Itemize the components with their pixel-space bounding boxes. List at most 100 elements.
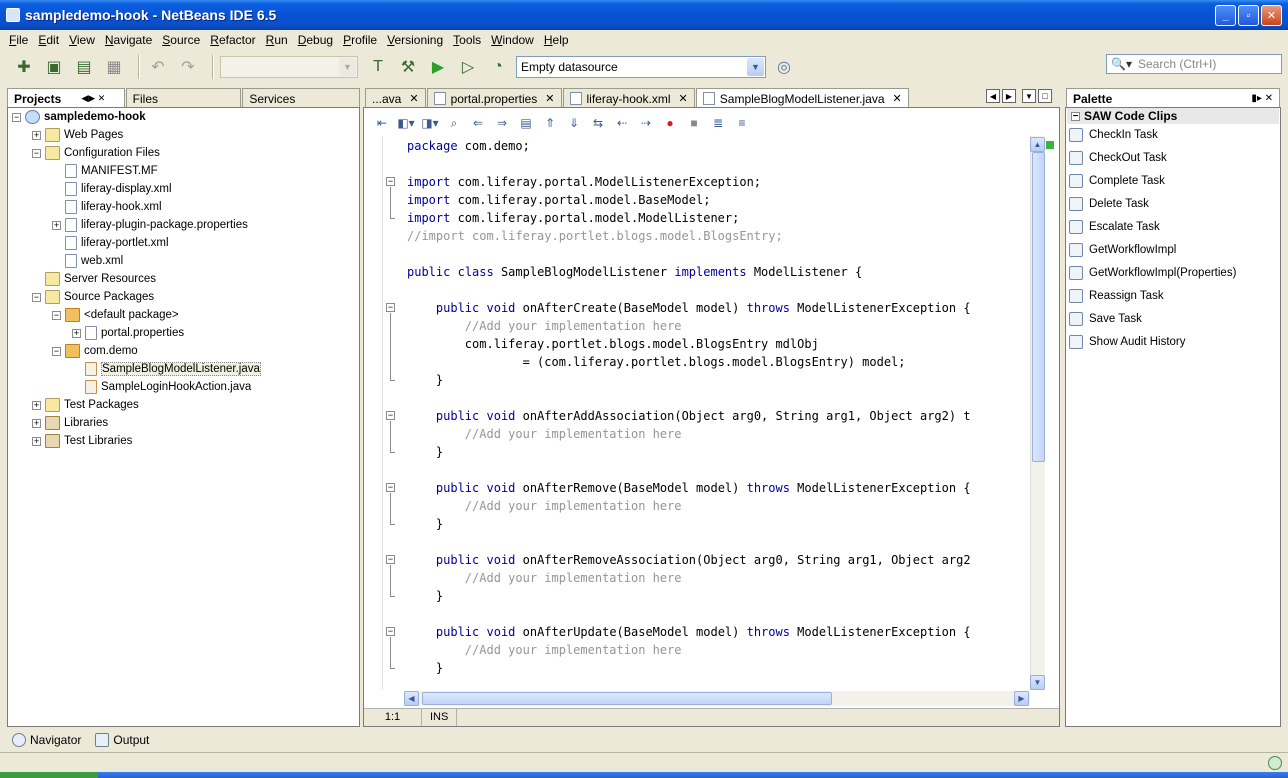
maximize-button[interactable]: ▫ [1238,5,1259,26]
tree-node[interactable]: + portal.properties [72,324,184,342]
record-macro-icon[interactable]: ● [661,114,679,132]
menu-help[interactable]: Help [539,33,574,47]
fold-collapse-icon[interactable]: − [386,555,395,564]
close-tab-icon[interactable]: ✕ [545,92,554,105]
palette-item[interactable]: GetWorkflowImpl [1069,239,1176,261]
find-previous-icon[interactable]: ⇐ [469,114,487,132]
menu-tools[interactable]: Tools [448,33,486,47]
fold-collapse-icon[interactable]: − [386,627,395,636]
tab-files[interactable]: Files [125,88,242,108]
menu-source[interactable]: Source [157,33,205,47]
tab-projects[interactable]: Projects ◀▶ ✕ [7,88,125,108]
tree-node[interactable]: − Configuration Files [32,144,160,162]
undo-icon[interactable]: ↶ [146,55,170,79]
close-button[interactable]: ✕ [1261,5,1282,26]
close-icon[interactable]: ◀▶ ✕ [81,93,105,104]
editor-tab[interactable]: ...ava ✕ [365,88,426,108]
collapse-icon[interactable]: − [32,148,41,158]
menu-edit[interactable]: Edit [33,33,64,47]
run-icon[interactable]: ▶ [426,55,450,79]
palette-item[interactable]: Save Task [1069,308,1142,330]
tree-node[interactable]: + Web Pages [32,126,123,144]
tree-node[interactable]: web.xml [52,252,123,270]
editor-tab[interactable]: SampleBlogModelListener.java ✕ [695,88,909,108]
previous-bookmark-icon[interactable]: ⇑ [541,114,559,132]
uncomment-icon[interactable]: ≡ [733,114,751,132]
menu-file[interactable]: File [4,33,33,47]
palette-item[interactable]: Escalate Task [1069,216,1160,238]
tree-node[interactable]: liferay-portlet.xml [52,234,169,252]
close-tab-icon[interactable]: ✕ [409,92,418,105]
menu-window[interactable]: Window [486,33,539,47]
palette-item[interactable]: Reassign Task [1069,285,1164,307]
code-editor[interactable]: package com.demo; import com.liferay.port… [382,136,1030,690]
palette-item[interactable]: CheckIn Task [1069,124,1158,146]
collapse-icon[interactable]: − [52,346,61,356]
stop-macro-icon[interactable]: ■ [685,114,703,132]
tab-list-icon[interactable]: ▼ [1022,89,1036,103]
tree-node[interactable]: SampleLoginHookAction.java [72,378,251,396]
open-project-icon[interactable]: ▤ [72,55,96,79]
menu-refactor[interactable]: Refactor [205,33,260,47]
fold-collapse-icon[interactable]: − [386,411,395,420]
datasource-combo[interactable]: Empty datasource ▼ [516,56,766,78]
shift-left-icon[interactable]: ⇠ [613,114,631,132]
tree-node[interactable]: − <default package> [52,306,179,324]
configuration-combo[interactable]: ▼ [220,56,358,78]
tree-node[interactable]: − Source Packages [32,288,154,306]
bottom-tab-navigator[interactable]: Navigator [12,733,81,747]
back-icon[interactable]: ◧▾ [397,114,415,132]
tree-node[interactable]: SampleBlogModelListener.java [72,360,261,378]
menu-profile[interactable]: Profile [338,33,382,47]
vertical-scrollbar[interactable] [1030,136,1045,690]
tree-node[interactable]: + liferay-plugin-package.properties [52,216,248,234]
bottom-tab-output[interactable]: Output [95,733,149,747]
tree-node[interactable]: MANIFEST.MF [52,162,158,180]
editor-tab[interactable]: liferay-hook.xml ✕ [562,88,695,108]
toggle-highlight-icon[interactable]: ▤ [517,114,535,132]
notification-icon[interactable] [1268,756,1282,770]
collapse-icon[interactable]: − [32,292,41,302]
tab-scroll-left-icon[interactable]: ◀ [986,89,1000,103]
expand-icon[interactable]: + [32,436,41,446]
profile-icon[interactable]: ◔ [486,55,510,79]
expand-icon[interactable]: + [32,130,41,140]
new-file-icon[interactable]: ✚ [12,55,36,79]
comment-icon[interactable]: ≣ [709,114,727,132]
tree-node[interactable]: Server Resources [32,270,156,288]
collapse-icon[interactable]: − [52,310,61,320]
datasource-inspect-icon[interactable]: ◎ [772,55,796,79]
new-project-icon[interactable]: ▣ [42,55,66,79]
menu-versioning[interactable]: Versioning [382,33,448,47]
toggle-bookmark-icon[interactable]: ⇆ [589,114,607,132]
clean-build-icon[interactable]: ⚒ [396,55,420,79]
start-button[interactable] [0,772,98,778]
expand-icon[interactable]: + [32,418,41,428]
shift-right-icon[interactable]: ⇢ [637,114,655,132]
vertical-scroll-thumb[interactable] [1032,152,1045,462]
tab-services[interactable]: Services [242,88,361,108]
expand-icon[interactable]: + [52,220,61,230]
palette-item[interactable]: Show Audit History [1069,331,1186,353]
menu-debug[interactable]: Debug [293,33,338,47]
palette-item[interactable]: GetWorkflowImpl(Properties) [1069,262,1236,284]
tab-scroll-right-icon[interactable]: ▶ [1002,89,1016,103]
scroll-down-icon[interactable]: ▼ [1030,675,1045,690]
fold-collapse-icon[interactable]: − [386,483,395,492]
tree-node[interactable]: + Test Libraries [32,432,132,450]
build-icon[interactable]: T [366,55,390,79]
forward-icon[interactable]: ◨▾ [421,114,439,132]
menu-navigate[interactable]: Navigate [100,33,157,47]
horizontal-scroll-thumb[interactable] [422,692,832,705]
palette-item[interactable]: Complete Task [1069,170,1165,192]
debug-icon[interactable]: ▷ [456,55,480,79]
menu-run[interactable]: Run [261,33,293,47]
next-bookmark-icon[interactable]: ⇓ [565,114,583,132]
tree-node[interactable]: liferay-display.xml [52,180,172,198]
palette-category[interactable]: − SAW Code Clips [1067,108,1279,124]
redo-icon[interactable]: ↷ [176,55,200,79]
find-next-icon[interactable]: ⇒ [493,114,511,132]
collapse-icon[interactable]: − [12,112,21,122]
tree-node[interactable]: liferay-hook.xml [52,198,162,216]
fold-collapse-icon[interactable]: − [386,303,395,312]
